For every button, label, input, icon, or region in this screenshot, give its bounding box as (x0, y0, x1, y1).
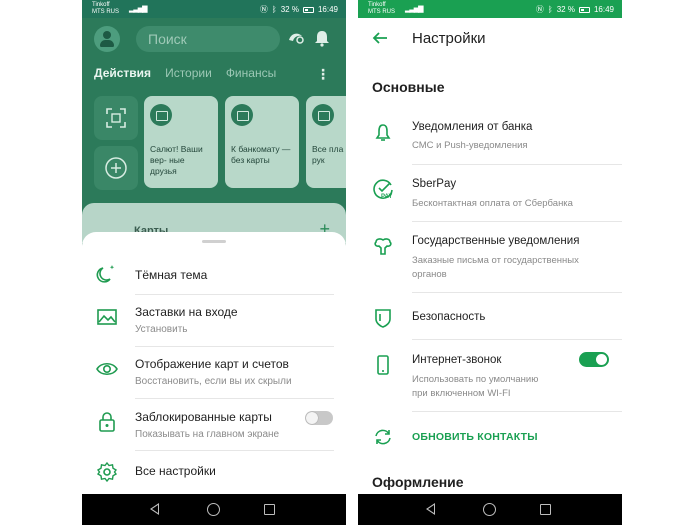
status-bar: Tinkoff MTS RUS ▂▃▅▇ Ⓝ ᛒ 32 % 16:49 (82, 0, 346, 18)
battery-percent: 32 % (280, 5, 299, 14)
lock-icon (96, 411, 118, 433)
section-main-heading: Основные (372, 79, 445, 95)
government-icon (372, 236, 394, 258)
signal-icon: ▂▃▅▇ (129, 6, 148, 13)
top-bar: Поиск (82, 18, 346, 60)
system-nav-bar (82, 494, 346, 525)
phone-icon (372, 354, 394, 376)
nfc-icon: Ⓝ (535, 5, 544, 14)
app-bar: Настройки (358, 18, 622, 60)
bell-icon (372, 122, 394, 144)
bottom-sheet: Тёмная тема Заставки на входе Установить… (82, 232, 346, 494)
section-design-heading: Оформление (372, 474, 464, 490)
story-card[interactable]: Салют! Ваши вер- ные друзья (144, 96, 218, 188)
bank-icon (150, 104, 172, 126)
eye-icon (96, 358, 118, 380)
nav-back-icon[interactable] (426, 503, 435, 515)
clock: 16:49 (317, 5, 338, 14)
right-phone-screen: Tinkoff MTS RUS ▂▃▅▇ Ⓝ ᛒ 32 % 16:49 Наст… (358, 0, 622, 525)
gear-icon (96, 461, 118, 483)
refresh-icon (372, 426, 394, 448)
qr-scan-icon[interactable] (94, 96, 138, 140)
calculator-icon (312, 104, 334, 126)
story-card[interactable]: К банкомату — без карты (225, 96, 299, 188)
blocked-cards-toggle[interactable] (305, 411, 333, 425)
tab-actions[interactable]: Действия (94, 66, 151, 80)
sheet-handle[interactable] (202, 240, 226, 243)
avatar[interactable] (94, 26, 120, 52)
carrier-label: Tinkoff MTS RUS (92, 2, 119, 15)
sberpay-icon: PAY (372, 178, 394, 200)
tab-finance[interactable]: Финансы (226, 66, 276, 80)
bluetooth-icon: ᛒ (271, 5, 277, 14)
bluetooth-icon: ᛒ (547, 5, 553, 14)
bell-icon[interactable] (312, 28, 332, 48)
moon-icon (96, 262, 118, 284)
nav-recents-icon[interactable] (264, 504, 275, 515)
story-card[interactable]: Все пла под рук (306, 96, 346, 188)
more-menu-icon[interactable]: ⋮ (316, 66, 330, 83)
shield-icon (372, 307, 394, 329)
signal-icon: ▂▃▅▇ (405, 6, 424, 13)
battery-icon (578, 6, 590, 13)
nav-recents-icon[interactable] (540, 504, 551, 515)
carrier-label: Tinkoff MTS RUS (368, 2, 395, 15)
left-phone-screen: Tinkoff MTS RUS ▂▃▅▇ Ⓝ ᛒ 32 % 16:49 Поис… (82, 0, 346, 525)
main-tabs: Действия Истории Финансы (94, 66, 276, 80)
assistant-icon[interactable] (286, 28, 306, 48)
search-input[interactable]: Поиск (136, 26, 280, 52)
back-arrow-icon[interactable] (370, 28, 390, 48)
image-icon (96, 306, 118, 328)
clock: 16:49 (593, 5, 614, 14)
wallet-icon (231, 104, 253, 126)
battery-icon (302, 6, 314, 13)
internet-call-toggle[interactable] (579, 352, 609, 367)
battery-percent: 32 % (556, 5, 575, 14)
page-title: Настройки (412, 30, 486, 47)
status-bar: Tinkoff MTS RUS ▂▃▅▇ Ⓝ ᛒ 32 % 16:49 (358, 0, 622, 18)
nfc-icon: Ⓝ (259, 5, 268, 14)
system-nav-bar (358, 494, 622, 525)
nav-home-icon[interactable] (207, 503, 220, 516)
nav-home-icon[interactable] (483, 503, 496, 516)
tab-stories[interactable]: Истории (165, 66, 212, 80)
add-icon[interactable] (94, 146, 138, 190)
svg-text:PAY: PAY (381, 194, 392, 200)
nav-back-icon[interactable] (150, 503, 159, 515)
